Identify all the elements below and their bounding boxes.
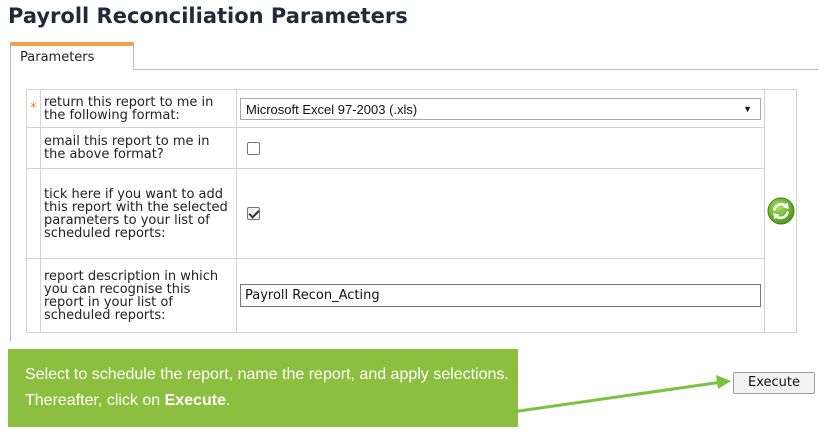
email-row: email this report to me in the above for… [26, 127, 797, 169]
schedule-checkbox[interactable] [247, 207, 260, 220]
page-title: Payroll Reconciliation Parameters [8, 4, 408, 28]
execute-button[interactable]: Execute [733, 372, 815, 394]
callout-text-end: . [226, 392, 231, 409]
email-checkbox[interactable] [247, 141, 260, 155]
schedule-row: tick here if you want to add this report… [26, 168, 797, 259]
parameters-table: * return this report to me in the follow… [26, 89, 797, 333]
refresh-icon[interactable] [766, 196, 796, 226]
required-marker: * [26, 89, 41, 128]
format-row: * return this report to me in the follow… [26, 89, 797, 333]
format-select-value: Microsoft Excel 97-2003 (.xls) [246, 101, 418, 117]
format-label: return this report to me in the followin… [40, 89, 237, 128]
instruction-callout: Select to schedule the report, name the … [8, 349, 518, 427]
tab-parameters[interactable]: Parameters [10, 42, 134, 70]
chevron-down-icon: ▼ [743, 103, 752, 114]
schedule-label: tick here if you want to add this report… [40, 168, 237, 259]
callout-text: Select to schedule the report, name the … [25, 366, 509, 409]
callout-bold-text: Execute [164, 392, 226, 409]
description-row: report description in which you can reco… [26, 258, 797, 333]
email-label: email this report to me in the above for… [40, 127, 237, 169]
tab-parameters-label: Parameters [20, 50, 95, 65]
format-select[interactable]: Microsoft Excel 97-2003 (.xls) ▼ [240, 97, 761, 120]
description-input[interactable] [240, 284, 761, 307]
description-label: report description in which you can reco… [40, 258, 237, 333]
